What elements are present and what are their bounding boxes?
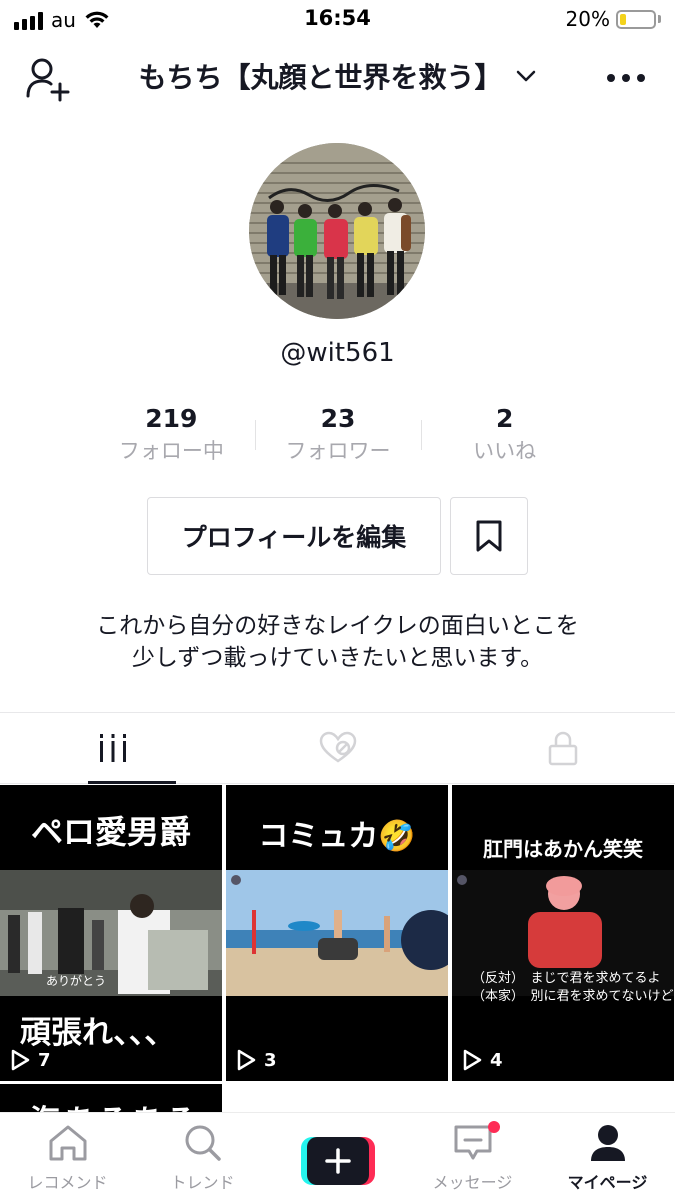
- followers-count: 23: [320, 404, 356, 433]
- nav-label: レコメンド: [27, 1173, 108, 1192]
- lock-icon: [548, 731, 577, 766]
- profile-header: もちち【丸顔と世界を救う】: [0, 44, 675, 108]
- likes-count: 2: [495, 404, 514, 433]
- nav-discover[interactable]: トレンド: [135, 1113, 270, 1200]
- battery-percent: 20%: [565, 7, 610, 31]
- account-switcher[interactable]: もちち【丸顔と世界を救う】: [100, 54, 575, 98]
- play-icon: [463, 1049, 482, 1071]
- edit-profile-button[interactable]: プロフィールを編集: [147, 497, 441, 575]
- search-icon: [185, 1125, 221, 1161]
- home-icon: [49, 1125, 86, 1161]
- nav-profile[interactable]: マイページ: [540, 1113, 675, 1200]
- video-title: ペロ愛男爵: [30, 813, 191, 851]
- bookmark-button[interactable]: [450, 497, 528, 575]
- video-title: 肛門はあかん笑笑: [483, 837, 643, 861]
- following-count: 219: [145, 404, 198, 433]
- bio: これから自分の好きなレイクレの面白いとこを 少しずつ載っけていきたいと思います。: [0, 610, 675, 674]
- nav-create[interactable]: [270, 1113, 405, 1200]
- play-count: 7: [10, 1049, 51, 1071]
- avatar[interactable]: [249, 143, 425, 319]
- bottom-nav: レコメンド トレンド メッセージ マイページ: [0, 1112, 675, 1200]
- profile-stats: 219 フォロー中 23 フォロワー 2 いいね: [88, 402, 588, 472]
- video-thumbnail[interactable]: コミュカ🤣 3: [226, 785, 448, 1081]
- profile-icon: [590, 1125, 625, 1161]
- nav-label: マイページ: [567, 1173, 648, 1192]
- notification-dot: [488, 1121, 500, 1133]
- following-label: フォロー中: [118, 439, 224, 463]
- play-count-value: 7: [38, 1049, 51, 1071]
- username: @wit561: [280, 338, 395, 368]
- battery-icon: [616, 9, 656, 29]
- video-photo: ありがとう: [0, 870, 222, 996]
- subtitle-line: （反対） まじで君を求めてるよ: [472, 971, 661, 986]
- nav-label: メッセージ: [432, 1173, 513, 1192]
- play-count: 3: [236, 1049, 277, 1071]
- tab-liked[interactable]: [225, 713, 450, 783]
- nav-inbox[interactable]: メッセージ: [405, 1113, 540, 1200]
- content-tabs: [0, 712, 675, 784]
- tab-private[interactable]: [450, 713, 675, 783]
- play-count: 4: [462, 1049, 503, 1071]
- tab-videos[interactable]: [0, 713, 225, 784]
- bio-line: これから自分の好きなレイクレの面白いとこを: [96, 613, 579, 639]
- following-stat[interactable]: 219 フォロー中: [88, 402, 255, 472]
- play-count-value: 4: [490, 1049, 503, 1071]
- grid-icon: [99, 734, 126, 762]
- video-title: コミュカ🤣: [258, 819, 416, 854]
- nav-label: トレンド: [170, 1173, 235, 1192]
- nav-home[interactable]: レコメンド: [0, 1113, 135, 1200]
- likes-stat[interactable]: 2 いいね: [421, 402, 588, 472]
- subtitle-line: （本家） 別に君を求めてないけど: [472, 989, 674, 1004]
- followers-label: フォロワー: [285, 439, 391, 463]
- video-thumbnail[interactable]: 肛門はあかん笑笑 （反対） まじで君を求めてるよ （本家） 別に君を求めてないけ…: [452, 785, 674, 1081]
- plus-icon: [324, 1148, 351, 1174]
- followers-stat[interactable]: 23 フォロワー: [254, 402, 422, 472]
- create-button[interactable]: [300, 1137, 375, 1185]
- more-icon[interactable]: [607, 74, 645, 82]
- account-title: もちち【丸顔と世界を救う】: [138, 61, 503, 94]
- bio-line: 少しずつ載っけていきたいと思います。: [131, 645, 544, 671]
- status-bar: au 16:54 20%: [0, 0, 675, 38]
- video-thumbnail[interactable]: ペロ愛男爵 ありがとう 頑張れ、、、 7: [0, 785, 222, 1081]
- liked-icon: [319, 731, 356, 763]
- chevron-down-icon: [516, 70, 535, 82]
- video-caption: 頑張れ、、、: [20, 1015, 176, 1051]
- add-user-icon[interactable]: [24, 54, 72, 102]
- play-icon: [237, 1049, 256, 1071]
- video-photo: [226, 870, 448, 996]
- play-count-value: 3: [264, 1049, 277, 1071]
- bookmark-icon: [476, 520, 502, 552]
- play-icon: [11, 1049, 30, 1071]
- likes-label: いいね: [473, 439, 537, 463]
- photo-overlay-text: ありがとう: [46, 973, 106, 988]
